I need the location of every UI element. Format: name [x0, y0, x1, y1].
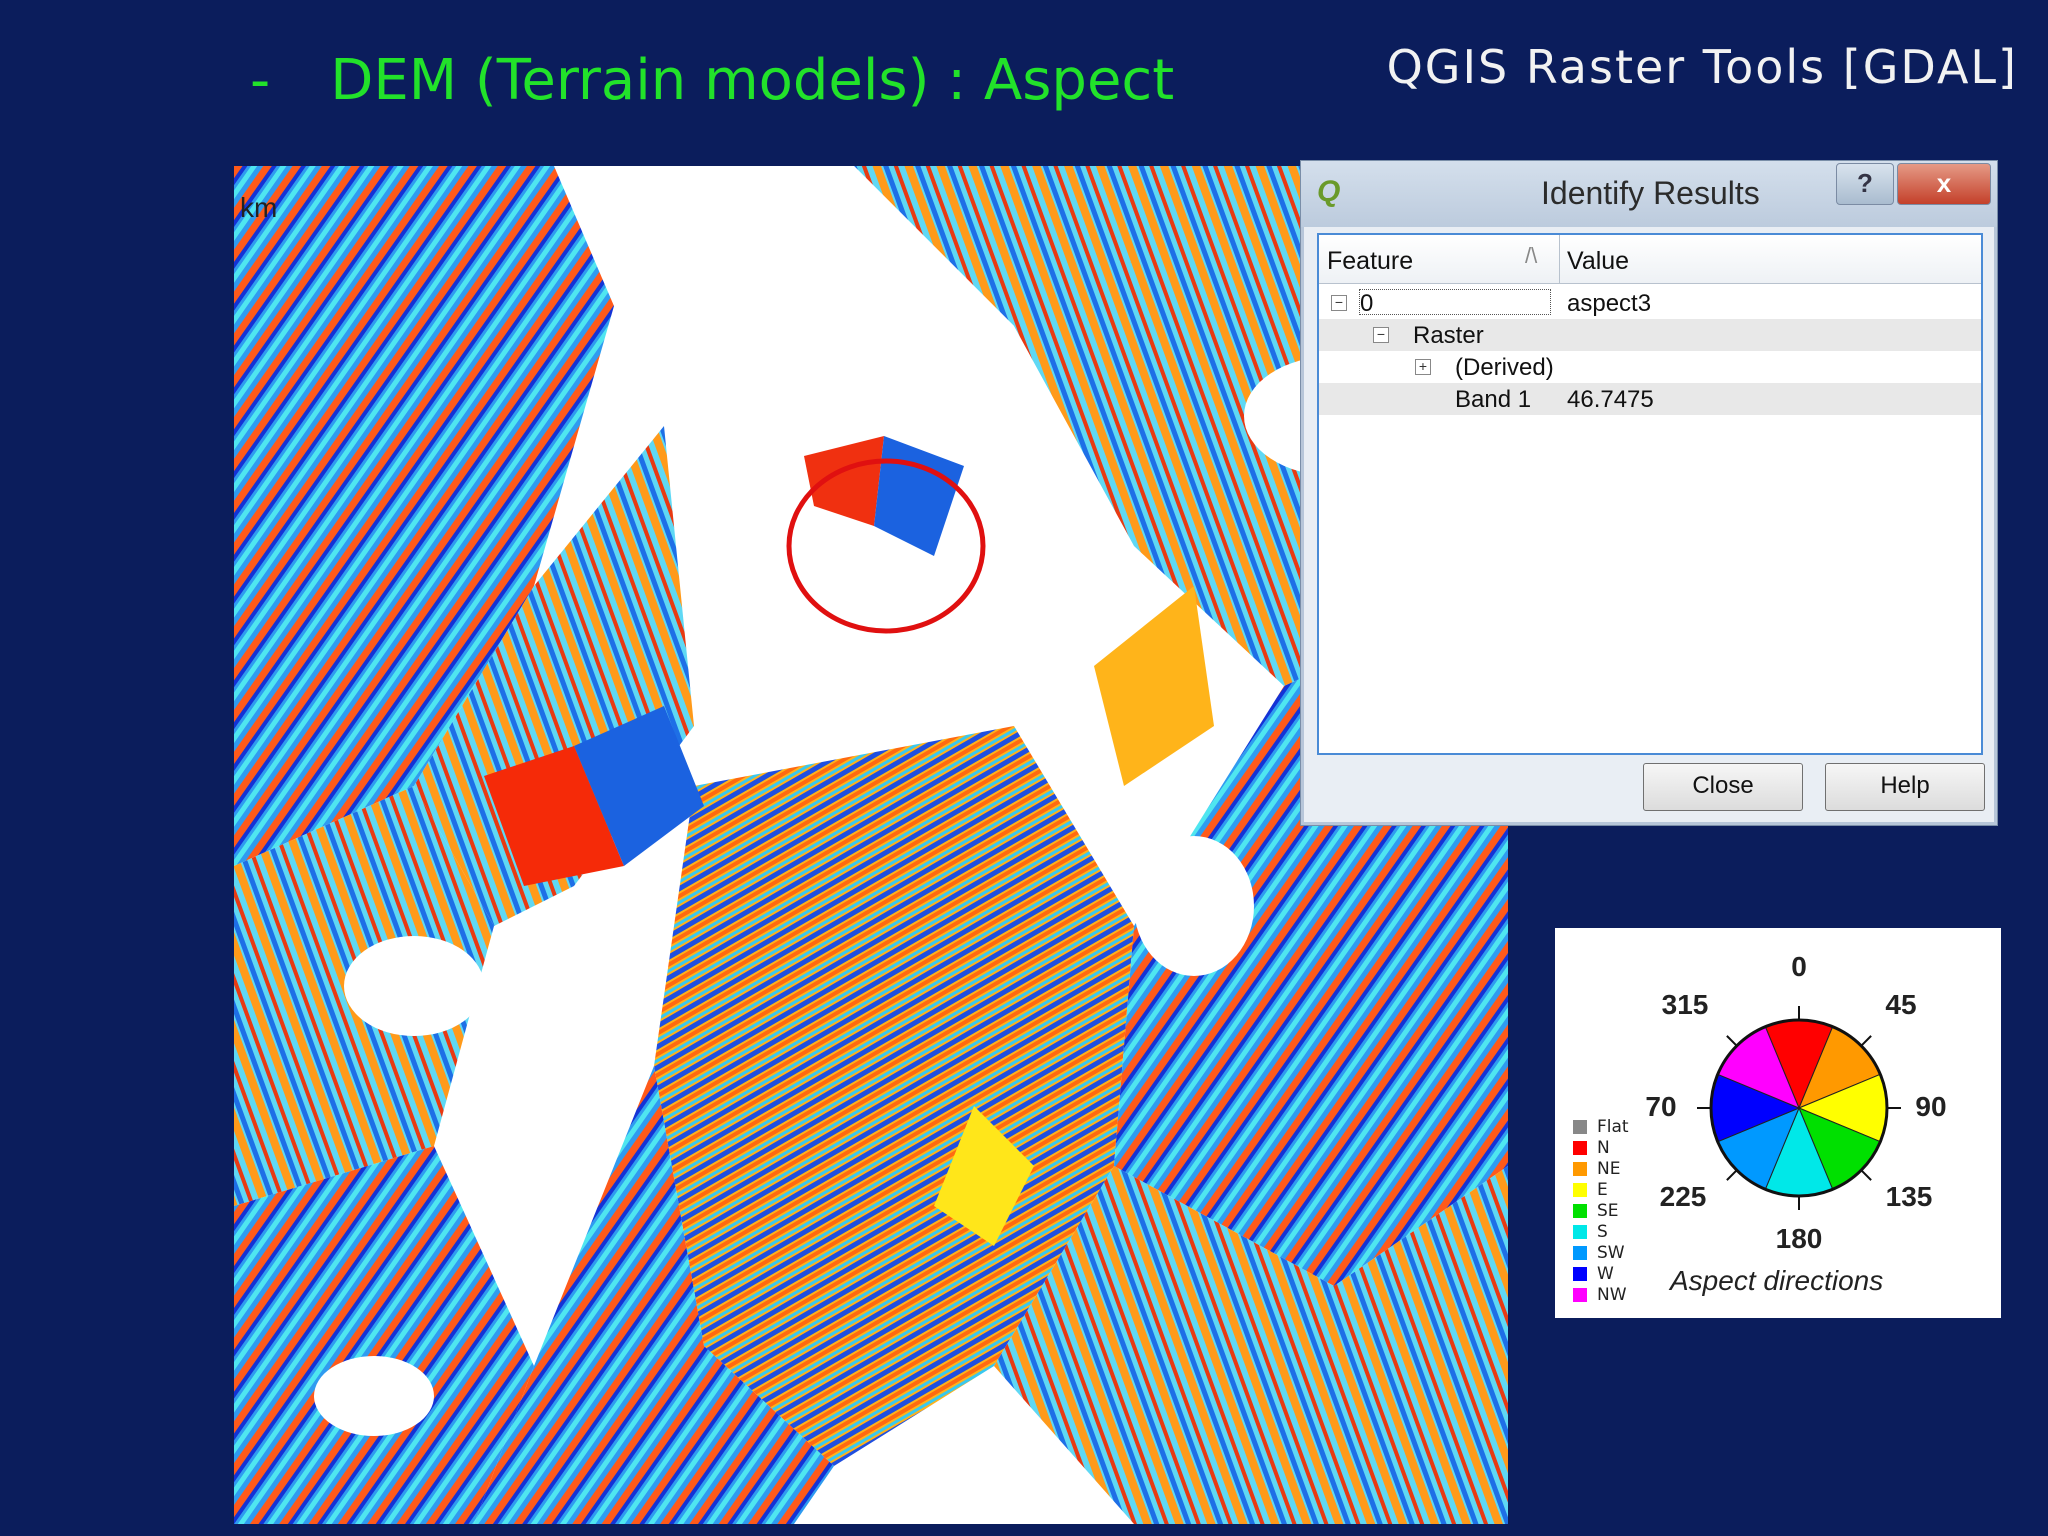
wheel-tick [1726, 1169, 1738, 1181]
legend-label: E [1597, 1179, 1608, 1200]
legend-swatch [1573, 1161, 1587, 1176]
degree-label: 0 [1791, 951, 1807, 982]
slide-title: - DEM (Terrain models) : Aspect [250, 48, 1174, 113]
close-window-button[interactable]: x [1897, 163, 1991, 205]
legend-item: W [1573, 1263, 1629, 1284]
degree-label: 315 [1662, 989, 1709, 1020]
legend-label: S [1597, 1221, 1608, 1242]
tree-row[interactable]: Band 1 46.7475 [1319, 383, 1981, 415]
legend-item: Flat [1573, 1116, 1629, 1137]
legend-label: NE [1597, 1158, 1621, 1179]
legend-item: E [1573, 1179, 1629, 1200]
qgis-icon: Q [1317, 175, 1341, 208]
legend-item: NW [1573, 1284, 1629, 1305]
identify-results-dialog[interactable]: Q Identify Results ? x Feature /\ Value … [1300, 160, 1998, 826]
slide-subtitle: QGIS Raster Tools [GDAL] [1386, 40, 2018, 94]
aspect-legend: 0 45 90 135 180 225 70 315 Flat N NE E SE S SW… [1555, 928, 2001, 1318]
legend-class-list: Flat N NE E SE S SW W NW [1573, 1116, 1629, 1305]
legend-label: W [1597, 1263, 1614, 1284]
value-cell: 46.7475 [1567, 386, 1654, 413]
wheel-tick [1860, 1035, 1872, 1047]
results-tree[interactable]: Feature /\ Value − 0 aspect3 − Raster + … [1317, 233, 1983, 755]
legend-caption: Aspect directions [1670, 1265, 1884, 1296]
dialog-title: Identify Results [1541, 175, 1760, 211]
help-button-titlebar[interactable]: ? [1836, 163, 1894, 205]
expand-icon[interactable]: + [1415, 359, 1431, 375]
legend-item: N [1573, 1137, 1629, 1158]
legend-swatch [1573, 1140, 1587, 1155]
legend-label: SW [1597, 1242, 1625, 1263]
feature-cell: Band 1 [1455, 386, 1532, 413]
legend-label: Flat [1597, 1116, 1629, 1137]
title-text: DEM (Terrain models) : Aspect [330, 48, 1175, 113]
map-unit-label: km [240, 192, 278, 223]
degree-label: 90 [1915, 1091, 1946, 1122]
feature-cell: (Derived) [1455, 354, 1554, 381]
legend-item: NE [1573, 1158, 1629, 1179]
legend-swatch [1573, 1245, 1587, 1260]
wheel-tick [1726, 1035, 1738, 1047]
tree-row[interactable]: − 0 aspect3 [1319, 287, 1981, 319]
degree-label: 135 [1886, 1181, 1933, 1212]
legend-item: SE [1573, 1200, 1629, 1221]
degree-label: 180 [1776, 1223, 1823, 1254]
legend-swatch [1573, 1287, 1587, 1302]
dialog-titlebar[interactable]: Q Identify Results ? x [1301, 161, 1997, 227]
tree-header: Feature /\ Value [1319, 235, 1981, 284]
tree-row[interactable]: − Raster [1319, 319, 1981, 351]
tree-row[interactable]: + (Derived) [1319, 351, 1981, 383]
collapse-icon[interactable]: − [1331, 295, 1347, 311]
legend-item: SW [1573, 1242, 1629, 1263]
value-cell: aspect3 [1567, 290, 1652, 317]
legend-swatch [1573, 1203, 1587, 1218]
degree-label: 225 [1660, 1181, 1707, 1212]
legend-swatch [1573, 1182, 1587, 1197]
title-dash: - [250, 48, 271, 113]
help-button[interactable]: Help [1825, 763, 1985, 811]
feature-cell: 0 [1359, 289, 1551, 317]
column-feature[interactable]: Feature [1327, 247, 1413, 276]
column-separator[interactable] [1559, 235, 1560, 283]
legend-swatch [1573, 1266, 1587, 1281]
legend-label: NW [1597, 1284, 1627, 1305]
column-value[interactable]: Value [1567, 247, 1629, 276]
degree-label: 70 [1645, 1091, 1676, 1122]
sort-arrow-icon: /\ [1525, 243, 1538, 268]
wheel-tick [1860, 1169, 1872, 1181]
feature-cell: Raster [1413, 322, 1484, 349]
legend-swatch [1573, 1119, 1587, 1134]
legend-swatch [1573, 1224, 1587, 1239]
legend-label: N [1597, 1137, 1610, 1158]
collapse-icon[interactable]: − [1373, 327, 1389, 343]
legend-label: SE [1597, 1200, 1619, 1221]
close-button[interactable]: Close [1643, 763, 1803, 811]
legend-item: S [1573, 1221, 1629, 1242]
degree-label: 45 [1885, 989, 1916, 1020]
